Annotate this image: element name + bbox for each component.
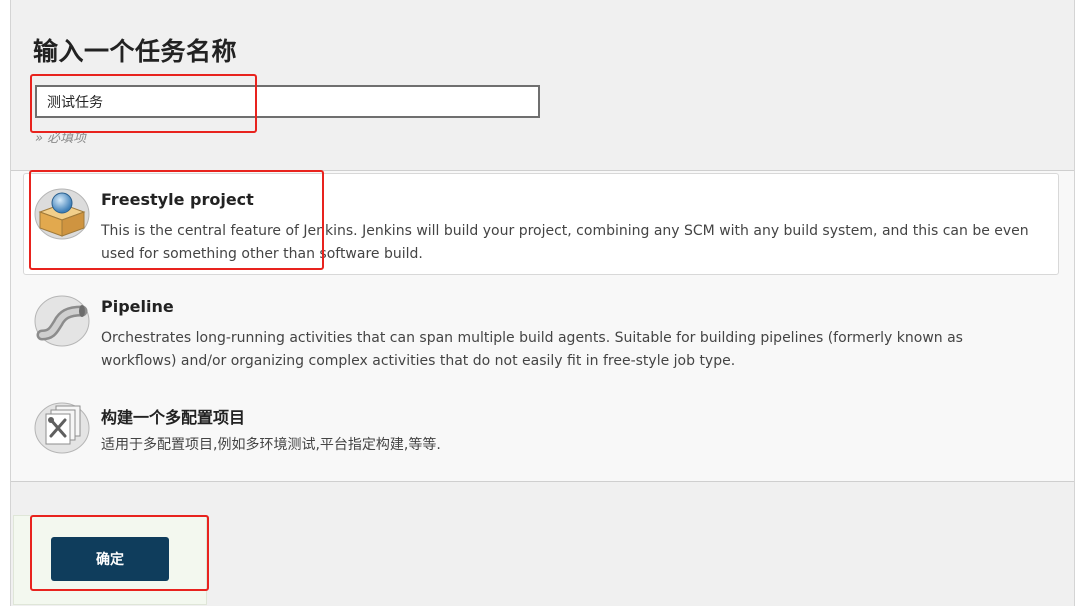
- item-type-description: Orchestrates long-running activities tha…: [101, 330, 963, 369]
- required-hint: » 必填项: [35, 131, 87, 146]
- item-type-multi-config[interactable]: 构建一个多配置项目 适用于多配置项目,例如多环境测试,平台指定构建,等等.: [23, 387, 1059, 465]
- new-item-panel: 输入一个任务名称 » 必填项 Freestyle project This is: [10, 0, 1075, 606]
- item-name-input[interactable]: [35, 85, 540, 118]
- item-type-list: Freestyle project This is the central fe…: [11, 171, 1074, 482]
- item-type-description: 适用于多配置项目,例如多环境测试,平台指定构建,等等.: [101, 437, 441, 453]
- pipeline-icon: [34, 295, 90, 347]
- form-footer: 确定: [11, 482, 1074, 606]
- ok-button[interactable]: 确定: [51, 537, 169, 581]
- item-type-freestyle[interactable]: Freestyle project This is the central fe…: [23, 173, 1059, 275]
- multi-config-icon: [34, 402, 90, 454]
- item-type-title: Freestyle project: [101, 190, 254, 209]
- page-title: 输入一个任务名称: [33, 37, 238, 66]
- item-name-section: 输入一个任务名称 » 必填项: [11, 0, 1074, 171]
- item-type-pipeline[interactable]: Pipeline Orchestrates long-running activ…: [23, 280, 1059, 382]
- freestyle-box-icon: [34, 188, 90, 240]
- item-type-title: 构建一个多配置项目: [101, 408, 246, 427]
- item-type-description: This is the central feature of Jenkins. …: [101, 223, 1029, 262]
- item-type-title: Pipeline: [101, 297, 174, 316]
